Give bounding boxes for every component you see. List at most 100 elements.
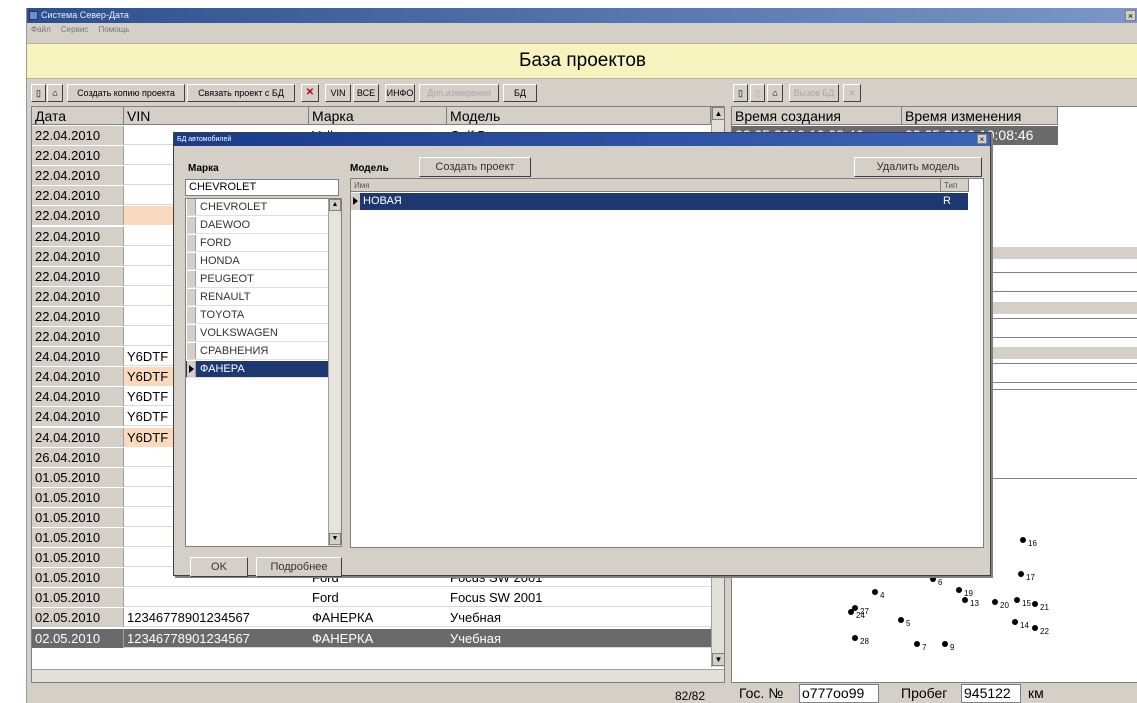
table-row[interactable]: 02.05.2010 12346778901234567 ФАНЕРКА Учебна… — [32, 608, 712, 628]
header-model[interactable]: Модель — [447, 107, 711, 125]
table-row[interactable]: 01.05.2010 Ford Focus SW 2001 — [32, 588, 712, 608]
cell-date[interactable]: 22.04.2010 — [32, 126, 124, 145]
cell-make[interactable]: ФАНЕРКА — [309, 608, 447, 627]
cell-date[interactable]: 24.04.2010 — [32, 427, 124, 447]
make-list[interactable]: CHEVROLET DAEWOO FORD HONDA PEUGEOT RENAULT TO… — [185, 198, 342, 547]
cell-date[interactable]: 24.04.2010 — [32, 407, 124, 427]
point-marker[interactable] — [956, 587, 962, 593]
close-icon[interactable]: × — [977, 134, 987, 144]
cell-date[interactable]: 02.05.2010 — [32, 628, 124, 648]
new-doc-icon[interactable]: ▯ — [733, 84, 748, 102]
menu-help[interactable]: Помощь — [99, 25, 130, 34]
call-db-button[interactable]: Вызов БД — [789, 84, 839, 102]
cell-make[interactable]: Ford — [309, 588, 447, 607]
point-marker[interactable] — [852, 635, 858, 641]
mileage-input[interactable]: 945122 — [961, 684, 1021, 703]
detail-field-1[interactable] — [990, 272, 1137, 292]
copy-project-button[interactable]: Создать копию проекта — [67, 84, 185, 102]
cell-date[interactable]: 22.04.2010 — [32, 186, 124, 206]
db-button[interactable]: БД — [503, 84, 537, 102]
point-marker[interactable] — [852, 605, 858, 611]
point-marker[interactable] — [898, 617, 904, 623]
cell-date[interactable]: 24.04.2010 — [32, 367, 124, 387]
doc-icon[interactable]: ▯ — [750, 84, 765, 102]
cell-date[interactable]: 26.04.2010 — [32, 447, 124, 467]
cell-date[interactable]: 01.05.2010 — [32, 467, 124, 487]
cell-date[interactable]: 22.04.2010 — [32, 226, 124, 246]
cell-date[interactable]: 01.05.2010 — [32, 548, 124, 568]
cell-date[interactable]: 22.04.2010 — [32, 146, 124, 166]
point-marker[interactable] — [942, 641, 948, 647]
menu-service[interactable]: Сервис — [61, 25, 88, 34]
cell-model[interactable]: Учебная — [447, 629, 712, 648]
notes-area[interactable] — [990, 389, 1137, 479]
model-grid[interactable]: Имя Тип НОВАЯ R — [350, 178, 984, 548]
cell-vin[interactable]: 12346778901234567 — [124, 608, 309, 627]
ok-button[interactable]: OK — [190, 557, 248, 577]
cell-date[interactable]: 01.05.2010 — [32, 568, 124, 588]
header-vin[interactable]: VIN — [124, 107, 309, 125]
info-button[interactable]: ИНФО — [385, 84, 415, 102]
cell-make[interactable]: ФАНЕРКА — [309, 629, 447, 648]
table-row[interactable]: 02.05.2010 12346778901234567 ФАНЕРКА Учебна… — [32, 628, 712, 648]
make-list-item[interactable]: ФАНЕРА — [186, 361, 329, 378]
cell-date[interactable]: 22.04.2010 — [32, 206, 124, 226]
make-list-item[interactable]: CHEVROLET — [186, 199, 329, 216]
cell-model[interactable]: Учебная — [447, 608, 712, 627]
header-type[interactable]: Тип — [941, 179, 969, 192]
details-button[interactable]: Подробнее — [256, 557, 342, 577]
model-type-cell[interactable]: R — [943, 193, 951, 210]
cell-date[interactable]: 24.04.2010 — [32, 387, 124, 407]
scroll-down-icon[interactable]: ▼ — [712, 653, 724, 666]
open-folder-icon[interactable]: ⌂ — [47, 84, 63, 102]
scroll-up-icon[interactable]: ▲ — [712, 107, 724, 120]
cell-date[interactable]: 24.04.2010 — [32, 347, 124, 367]
scroll-down-icon[interactable]: ▼ — [329, 533, 341, 545]
point-marker[interactable] — [1020, 537, 1026, 543]
make-list-item[interactable]: RENAULT — [186, 289, 329, 306]
menu-file[interactable]: Файл — [31, 25, 51, 34]
make-list-item[interactable]: HONDA — [186, 253, 329, 270]
cell-date[interactable]: 01.05.2010 — [32, 507, 124, 527]
cell-date[interactable]: 01.05.2010 — [32, 588, 124, 608]
plate-input[interactable]: о777оо99 — [799, 684, 879, 703]
delete-model-button[interactable]: Удалить модель — [854, 157, 982, 177]
cell-date[interactable]: 22.04.2010 — [32, 266, 124, 286]
make-input[interactable]: CHEVROLET — [185, 179, 339, 196]
delete-icon[interactable]: ✕ — [843, 84, 861, 102]
point-marker[interactable] — [1012, 619, 1018, 625]
point-marker[interactable] — [992, 599, 998, 605]
point-marker[interactable] — [930, 576, 936, 582]
header-make[interactable]: Марка — [309, 107, 447, 125]
new-doc-icon[interactable]: ▯ — [31, 84, 46, 102]
create-project-button[interactable]: Создать проект — [419, 157, 531, 177]
point-marker[interactable] — [914, 641, 920, 647]
make-list-item[interactable]: СРАВНЕНИЯ — [186, 343, 329, 360]
cell-date[interactable]: 22.04.2010 — [32, 306, 124, 326]
point-marker[interactable] — [872, 589, 878, 595]
make-list-item[interactable]: FORD — [186, 235, 329, 252]
cell-vin[interactable] — [124, 588, 309, 607]
header-created[interactable]: Время создания — [732, 107, 902, 125]
vin-button[interactable]: VIN — [325, 84, 351, 102]
make-list-scrollbar[interactable]: ▲ ▼ — [328, 199, 341, 546]
scroll-up-icon[interactable]: ▲ — [329, 199, 341, 211]
make-list-item[interactable]: TOYOTA — [186, 307, 329, 324]
point-marker[interactable] — [1032, 601, 1038, 607]
model-row[interactable]: НОВАЯ R — [351, 193, 968, 210]
cell-date[interactable]: 22.04.2010 — [32, 286, 124, 306]
make-list-item[interactable]: DAEWOO — [186, 217, 329, 234]
delete-icon[interactable]: ✕ — [301, 84, 319, 102]
point-marker[interactable] — [1018, 571, 1024, 577]
cell-vin[interactable]: 12346778901234567 — [124, 629, 309, 648]
point-marker[interactable] — [1032, 625, 1038, 631]
cell-model[interactable]: Focus SW 2001 — [447, 588, 712, 607]
cell-date[interactable]: 22.04.2010 — [32, 166, 124, 186]
cell-date[interactable]: 01.05.2010 — [32, 528, 124, 547]
header-modified[interactable]: Время изменения — [902, 107, 1058, 125]
all-button[interactable]: ВСЕ — [353, 84, 379, 102]
make-list-item[interactable]: VOLKSWAGEN — [186, 325, 329, 342]
open-folder-icon[interactable]: ⌂ — [767, 84, 783, 102]
header-name[interactable]: Имя — [351, 179, 941, 192]
cell-date[interactable]: 22.04.2010 — [32, 327, 124, 346]
